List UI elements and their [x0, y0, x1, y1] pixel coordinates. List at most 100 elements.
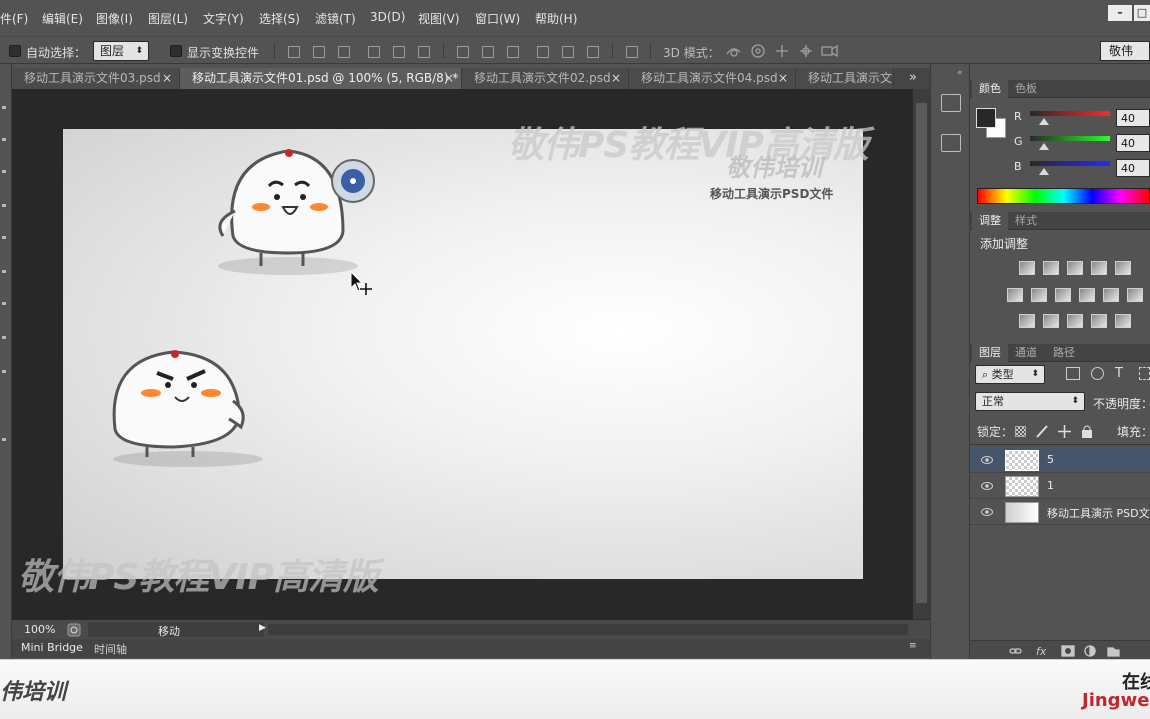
filter-adjustment-icon[interactable] — [1091, 367, 1104, 380]
tab-layers[interactable]: 图层 — [972, 344, 1008, 362]
invert-icon[interactable] — [1019, 314, 1035, 328]
horizontal-scrollbar[interactable] — [268, 624, 908, 635]
menu-file[interactable]: 件(F) — [0, 10, 28, 27]
filter-shape-icon[interactable] — [1139, 367, 1150, 380]
blue-slider-thumb[interactable] — [1039, 168, 1049, 175]
distribute-bottom-icon[interactable] — [505, 44, 519, 58]
minimize-button[interactable]: – — [1108, 5, 1132, 21]
align-right-icon[interactable] — [416, 44, 430, 58]
layer-row-5[interactable]: 5 — [970, 447, 1150, 473]
history-panel-icon[interactable] — [941, 94, 961, 112]
menu-layer[interactable]: 图层(L) — [148, 10, 188, 27]
tab-mini-bridge[interactable]: Mini Bridge — [21, 641, 83, 654]
close-icon[interactable]: × — [611, 68, 621, 89]
tab-doc03[interactable]: 移动工具演示文件03.psd × — [12, 68, 180, 89]
tab-doc04[interactable]: 移动工具演示文件04.psd × — [629, 68, 796, 89]
green-slider-thumb[interactable] — [1039, 143, 1049, 150]
panel-menu-icon[interactable]: ≡ — [909, 641, 917, 651]
add-mask-icon[interactable] — [1061, 645, 1075, 657]
levels-icon[interactable] — [1043, 261, 1059, 275]
layer-filter-dropdown[interactable]: ⌕ 类型 ⬍ — [975, 365, 1045, 384]
photo-filter-icon[interactable] — [1079, 288, 1095, 302]
gradient-map-icon[interactable] — [1115, 314, 1131, 328]
red-slider-thumb[interactable] — [1039, 118, 1049, 125]
menu-view[interactable]: 视图(V) — [418, 10, 460, 27]
red-value-input[interactable]: 40 — [1116, 109, 1150, 127]
distribute-right-icon[interactable] — [585, 44, 599, 58]
tab-doc-overflow[interactable]: 移动工具演示文 — [796, 68, 894, 89]
curves-icon[interactable] — [1067, 261, 1083, 275]
distribute-hcenter-icon[interactable] — [560, 44, 574, 58]
fx-icon[interactable]: fx — [1036, 645, 1047, 658]
menu-3d[interactable]: 3D(D) — [370, 10, 405, 24]
close-icon[interactable]: × — [444, 68, 454, 89]
collapse-arrows-icon[interactable]: « — [957, 68, 963, 78]
menu-select[interactable]: 选择(S) — [259, 10, 300, 27]
foreground-color-swatch[interactable] — [976, 108, 996, 128]
color-lookup-icon[interactable] — [1127, 288, 1143, 302]
layer-row-1[interactable]: 1 — [970, 473, 1150, 499]
status-info-icon[interactable] — [67, 623, 81, 637]
layer-row-background[interactable]: 移动工具演示 PSD文 — [970, 499, 1150, 525]
tab-doc02[interactable]: 移动工具演示文件02.psd × — [462, 68, 629, 89]
distribute-left-icon[interactable] — [535, 44, 549, 58]
channel-mixer-icon[interactable] — [1103, 288, 1119, 302]
tabs-overflow-icon[interactable]: » — [909, 70, 917, 85]
tab-paths[interactable]: 路径 — [1046, 344, 1082, 362]
blue-slider-track[interactable] — [1030, 161, 1110, 166]
posterize-icon[interactable] — [1043, 314, 1059, 328]
align-top-icon[interactable] — [286, 44, 300, 58]
selective-color-icon[interactable] — [1091, 314, 1107, 328]
auto-align-icon[interactable] — [624, 44, 638, 58]
blend-mode-dropdown[interactable]: 正常 ⬍ — [975, 392, 1085, 411]
menu-window[interactable]: 窗口(W) — [475, 10, 520, 27]
green-slider-track[interactable] — [1030, 136, 1110, 141]
close-icon[interactable]: × — [778, 68, 788, 89]
tab-doc01[interactable]: 移动工具演示文件01.psd @ 100% (5, RGB/8) * × — [180, 68, 462, 89]
filter-type-icon[interactable]: T — [1115, 366, 1123, 381]
tab-adjustments[interactable]: 调整 — [972, 212, 1008, 230]
align-hcenter-icon[interactable] — [391, 44, 405, 58]
brightness-icon[interactable] — [1019, 261, 1035, 275]
show-transform-checkbox[interactable] — [170, 45, 182, 57]
link-layers-icon[interactable] — [1009, 648, 1022, 654]
restore-button[interactable]: □ — [1134, 5, 1150, 21]
align-vcenter-icon[interactable] — [311, 44, 325, 58]
scrollbar-thumb[interactable] — [916, 103, 927, 603]
filter-pixel-icon[interactable] — [1066, 367, 1080, 380]
vertical-scrollbar[interactable] — [912, 89, 930, 619]
new-group-icon[interactable] — [1107, 647, 1120, 657]
workspace-preset-button[interactable]: 敬伟 — [1100, 41, 1150, 61]
3d-pan-icon[interactable] — [776, 45, 788, 57]
close-icon[interactable]: × — [162, 68, 172, 89]
menu-edit[interactable]: 编辑(E) — [42, 10, 83, 27]
tab-channels[interactable]: 通道 — [1008, 344, 1044, 362]
tab-styles[interactable]: 样式 — [1008, 212, 1044, 230]
blue-value-input[interactable]: 40 — [1116, 159, 1150, 177]
lock-position-icon[interactable] — [1057, 424, 1072, 439]
document-canvas[interactable]: 移动工具演示PSD文件 — [63, 129, 863, 579]
eye-icon[interactable] — [981, 506, 993, 518]
red-slider-track[interactable] — [1030, 111, 1110, 116]
character-illustration-bottom[interactable] — [93, 339, 283, 474]
color-balance-icon[interactable] — [1031, 288, 1047, 302]
menu-filter[interactable]: 滤镜(T) — [315, 10, 356, 27]
3d-panel-icon[interactable] — [941, 134, 961, 152]
menu-help[interactable]: 帮助(H) — [535, 10, 577, 27]
distribute-vcenter-icon[interactable] — [480, 44, 494, 58]
align-bottom-icon[interactable] — [336, 44, 350, 58]
color-ramp-spectrum[interactable] — [977, 188, 1150, 204]
eye-icon[interactable] — [981, 480, 993, 492]
new-adjustment-icon[interactable] — [1084, 645, 1096, 657]
black-white-icon[interactable] — [1055, 288, 1071, 302]
green-value-input[interactable]: 40 — [1116, 134, 1150, 152]
exposure-icon[interactable] — [1091, 261, 1107, 275]
3d-rotate-icon[interactable] — [726, 48, 741, 57]
distribute-top-icon[interactable] — [455, 44, 469, 58]
hue-saturation-icon[interactable] — [1007, 288, 1023, 302]
tab-color[interactable]: 颜色 — [972, 80, 1008, 98]
3d-scale-icon[interactable] — [821, 44, 838, 58]
lock-pixels-brush-icon[interactable] — [1035, 424, 1051, 439]
menu-type[interactable]: 文字(Y) — [203, 10, 244, 27]
auto-select-dropdown[interactable]: 图层 ⬍ — [93, 41, 149, 61]
